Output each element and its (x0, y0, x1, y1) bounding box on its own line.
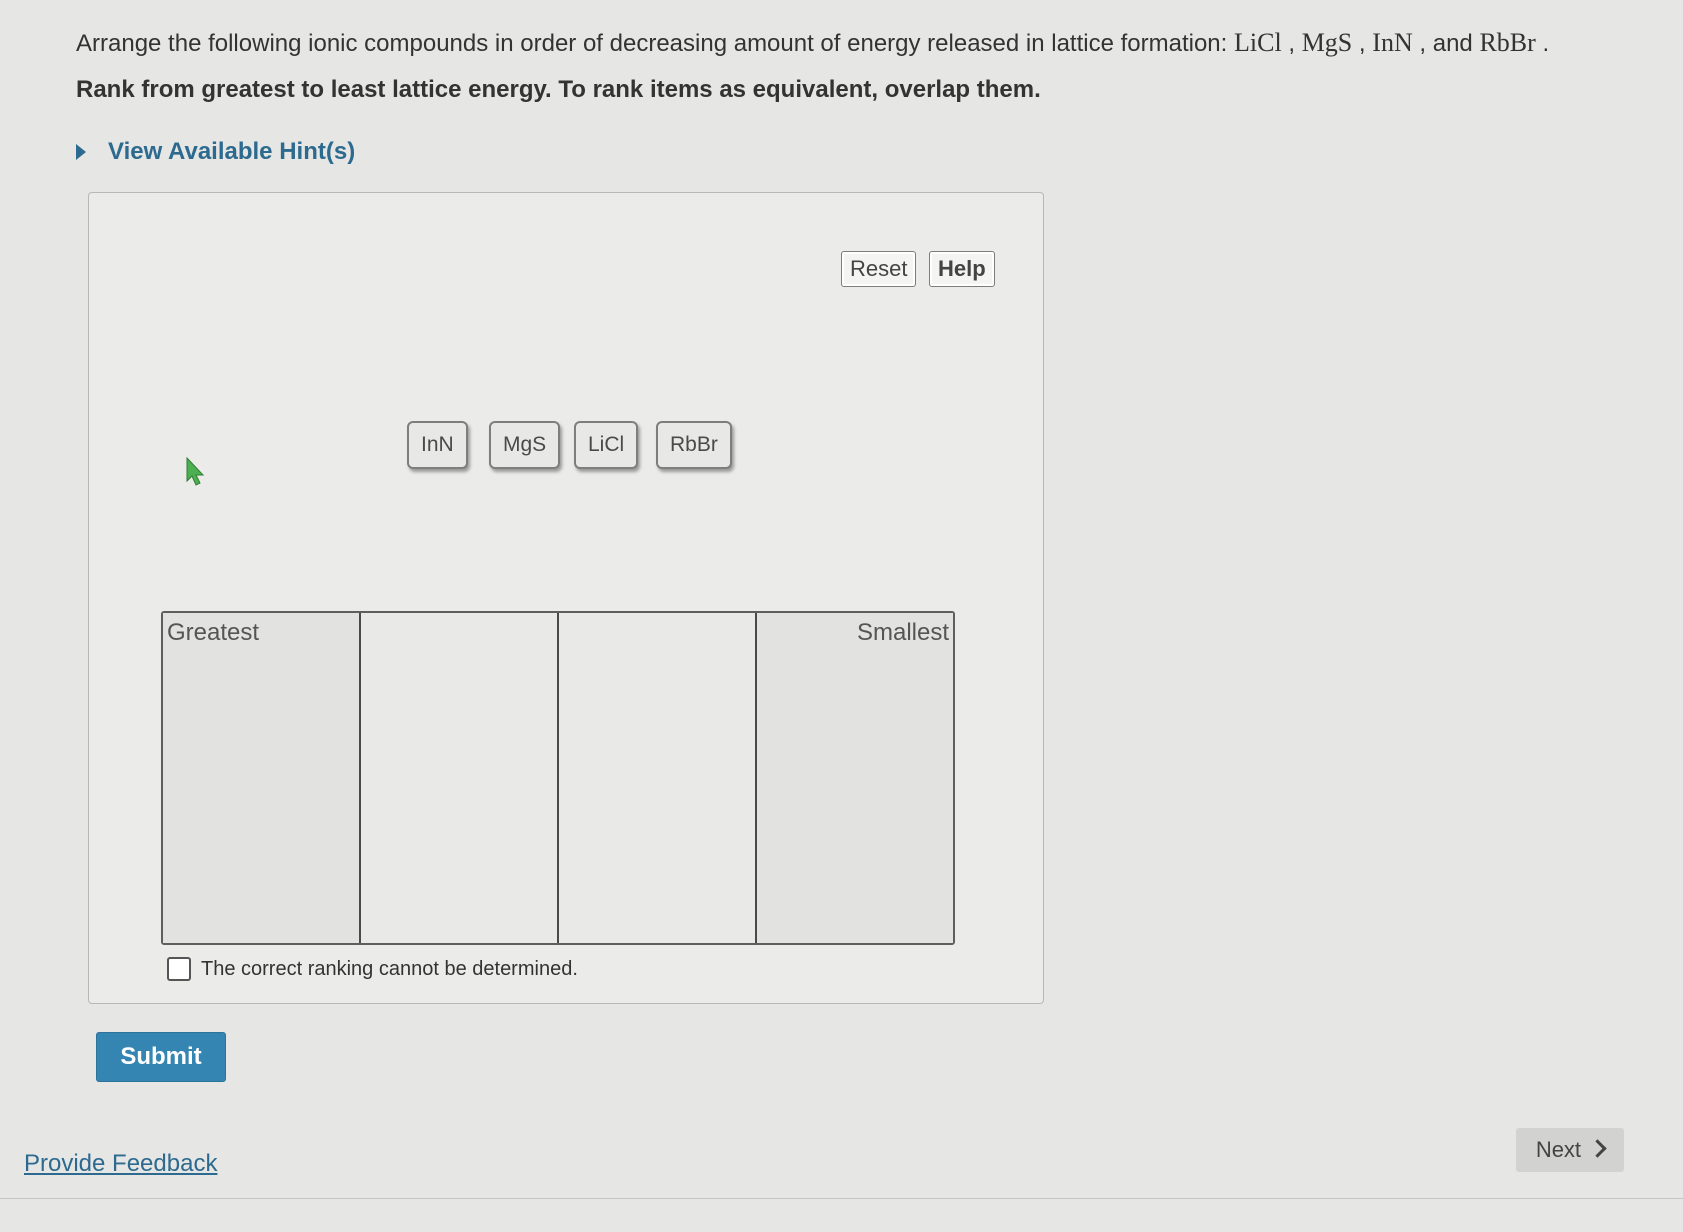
question-end: . (1535, 30, 1550, 57)
question-text: Arrange the following ionic compounds in… (76, 26, 1549, 61)
compound-inn: InN (1372, 28, 1413, 57)
smallest-label: Smallest (856, 619, 949, 646)
chevron-right-icon (1588, 1139, 1607, 1158)
view-hints-toggle[interactable]: View Available Hint(s) (76, 138, 355, 166)
provide-feedback-link[interactable]: Provide Feedback (24, 1150, 217, 1178)
ranking-slot-3[interactable] (559, 613, 757, 943)
compound-rbbr: RbBr (1479, 28, 1536, 57)
question-separator: , and (1412, 30, 1480, 57)
view-hints-label: View Available Hint(s) (108, 138, 356, 165)
greatest-label: Greatest (167, 619, 260, 646)
submit-button[interactable]: Submit (96, 1032, 226, 1082)
help-button[interactable]: Help (929, 251, 995, 287)
cannot-determine-label: The correct ranking cannot be determined… (201, 957, 578, 980)
ranking-slot-2[interactable] (361, 613, 559, 943)
compound-licl: LiCl (1234, 28, 1282, 57)
next-label: Next (1535, 1137, 1582, 1162)
cannot-determine-checkbox[interactable] (167, 957, 191, 981)
cannot-determine-option[interactable]: The correct ranking cannot be determined… (167, 957, 578, 981)
ranking-slot-4[interactable]: Smallest (757, 613, 953, 943)
triangle-right-icon (76, 144, 86, 160)
footer-divider (0, 1198, 1683, 1199)
tile-inn[interactable]: InN (407, 421, 468, 469)
next-button[interactable]: Next (1516, 1128, 1624, 1172)
question-separator: , (1281, 30, 1302, 57)
question-prefix: Arrange the following ionic compounds in… (76, 30, 1234, 57)
compound-mgs: MgS (1301, 28, 1353, 57)
ranking-task-panel: Reset Help InN MgS LiCl RbBr Greatest Sm… (88, 192, 1044, 1004)
reset-button[interactable]: Reset (841, 251, 917, 287)
mouse-pointer-icon (186, 457, 205, 486)
ranking-drop-area: Greatest Smallest (161, 611, 955, 945)
tile-mgs[interactable]: MgS (489, 421, 561, 469)
ranking-slot-1[interactable]: Greatest (163, 613, 361, 943)
question-separator: , (1352, 30, 1373, 57)
tile-licl[interactable]: LiCl (574, 421, 639, 469)
ranking-instruction: Rank from greatest to least lattice ener… (76, 76, 1041, 103)
tile-rbbr[interactable]: RbBr (656, 421, 732, 469)
